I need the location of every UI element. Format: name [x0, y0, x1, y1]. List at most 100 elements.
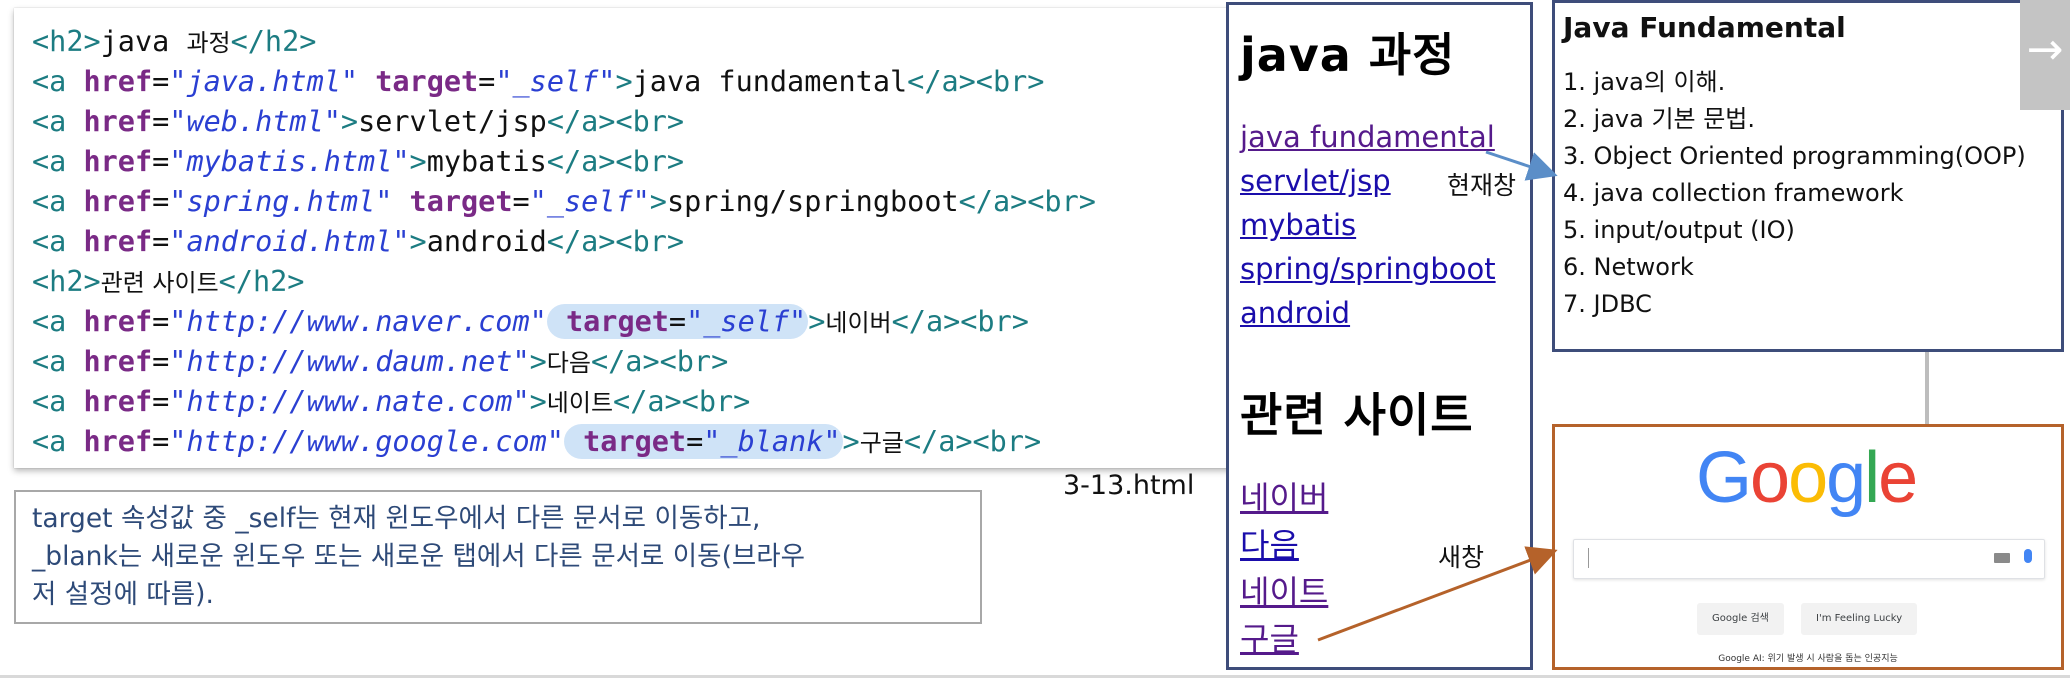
code-token-val: "_self": [495, 65, 616, 98]
code-line: <a href="java.html" target="_self">java …: [32, 62, 1244, 102]
feeling-lucky-button[interactable]: I'm Feeling Lucky: [1801, 603, 1918, 635]
preview-link-java-fundamental[interactable]: java fundamental: [1240, 115, 1530, 159]
code-token-txt: spring/springboot: [666, 185, 959, 218]
google-search-input[interactable]: [1573, 539, 2045, 579]
code-token-val: "http://www.nate.com": [169, 385, 530, 418]
code-token-txt: mybatis: [426, 145, 547, 178]
google-window: Google Google 검색 I'm Feeling Lucky Googl…: [1552, 424, 2064, 670]
preview-link-nate[interactable]: 네이트: [1240, 569, 1530, 616]
microphone-icon[interactable]: [2024, 549, 2032, 563]
code-token-tag: <a: [32, 65, 84, 98]
google-footer-text: Google AI: 위기 발생 시 사람을 돕는 인공지능: [1718, 654, 1898, 664]
preview-heading-java: java 과정: [1240, 28, 1456, 82]
code-token-eq: =: [478, 65, 496, 98]
code-token-attr: target: [583, 425, 687, 458]
google-logo-letter: G: [1696, 438, 1752, 518]
code-token-eq: =: [152, 425, 170, 458]
google-logo-letter: e: [1878, 438, 1918, 518]
code-token-attr: href: [83, 225, 153, 258]
code-token-tag: <h2>: [32, 25, 101, 58]
code-token-val: "java.html": [169, 65, 359, 98]
code-token-tag: </a><br>: [891, 305, 1029, 338]
code-line: <a href="spring.html" target="_self">spr…: [32, 182, 1244, 222]
arrow-right-icon: →: [2026, 24, 2064, 75]
code-token-tag: </a><br>: [546, 145, 685, 178]
preview-link-google[interactable]: 구글: [1240, 616, 1530, 663]
code-token-eq: =: [152, 225, 170, 258]
code-highlight: target="_blank": [563, 424, 843, 459]
code-token-eq: =: [152, 305, 170, 338]
code-token-tag: <a: [32, 225, 84, 258]
google-logo-letter: l: [1864, 438, 1880, 518]
code-token-tag: <a: [32, 145, 84, 178]
preview-course-links: java fundamental servlet/jsp mybatis spr…: [1240, 115, 1530, 335]
code-token-attr: href: [83, 385, 153, 418]
code-token-attr: target: [375, 65, 479, 98]
java-topic-item: 6. Network: [1563, 253, 1694, 281]
code-token-txt: java: [100, 25, 187, 58]
code-token-val: "_blank": [703, 425, 841, 458]
window-shadow-edge: [1925, 352, 1929, 424]
code-token-ko: 관련 사이트: [100, 269, 219, 297]
java-topic-item: 5. input/output (IO): [1563, 216, 1795, 244]
google-logo: Google: [1696, 437, 1918, 519]
note-line-2: _blank는 새로운 윈도우 또는 새로운 탭에서 다른 문서로 이동(브라우: [32, 541, 806, 572]
keyboard-icon[interactable]: [1994, 553, 2010, 563]
next-slide-button[interactable]: →: [2020, 0, 2070, 110]
browser-preview: java 과정 java fundamental servlet/jsp myb…: [1226, 2, 1533, 670]
code-line: <a href="http://www.naver.com" target="_…: [32, 302, 1244, 342]
code-token-txt: java fundamental: [632, 65, 908, 98]
java-topic-item: 2. java 기본 문법.: [1563, 105, 1756, 133]
code-token-val: "spring.html": [169, 185, 393, 218]
code-line: <a href="http://www.google.com" target="…: [32, 422, 1244, 462]
java-topic-item: 3. Object Oriented programming(OOP): [1563, 142, 2026, 170]
code-token-val: "android.html": [169, 225, 410, 258]
code-token-eq: =: [152, 345, 170, 378]
code-line: <h2>java 과정</h2>: [32, 22, 1244, 62]
preview-link-naver[interactable]: 네이버: [1240, 475, 1530, 522]
code-token-tag: <a: [32, 425, 84, 458]
code-token-tag: >: [649, 185, 667, 218]
code-token-tag: </a><br>: [958, 185, 1096, 218]
code-token-val: "http://www.google.com": [169, 425, 564, 458]
code-token-tag: <a: [32, 305, 84, 338]
code-line: <a href="http://www.daum.net">다음</a><br>: [32, 342, 1244, 382]
code-token-ko: 다음: [546, 349, 591, 377]
text-cursor: [1588, 548, 1589, 568]
code-token-ko: 과정: [186, 29, 231, 57]
code-token-tag: <a: [32, 385, 84, 418]
code-line: <a href="android.html">android</a><br>: [32, 222, 1244, 262]
code-token-tag: >: [409, 145, 427, 178]
new-window-label: 새창: [1438, 543, 1485, 572]
preview-link-spring[interactable]: spring/springboot: [1240, 247, 1530, 291]
code-line: <a href="http://www.nate.com">네이트</a><br…: [32, 382, 1244, 422]
code-token-attr: href: [83, 185, 153, 218]
code-token-eq: =: [152, 65, 170, 98]
java-topic-list: 1. java의 이해. 2. java 기본 문법. 3. Object Or…: [1563, 64, 2053, 323]
code-token-eq: =: [152, 185, 170, 218]
preview-link-daum[interactable]: 다음: [1240, 522, 1530, 569]
code-token-tag: </a><br>: [903, 425, 1042, 458]
code-token-ko: 구글: [859, 429, 904, 457]
code-token-txt: servlet/jsp: [358, 105, 547, 138]
google-search-button[interactable]: Google 검색: [1697, 603, 1784, 635]
code-token-attr: href: [83, 345, 153, 378]
code-token-ko: 네이버: [825, 309, 892, 337]
google-logo-letter: g: [1826, 438, 1866, 518]
code-token-attr: href: [83, 105, 153, 138]
code-token-tag: </a><br>: [907, 65, 1045, 98]
code-token-val: "_self": [529, 185, 650, 218]
code-token-tag: <a: [32, 185, 84, 218]
java-topic-item: 7. JDBC: [1563, 290, 1652, 318]
google-logo-letter: o: [1750, 438, 1790, 518]
note-line-1: target 속성값 중 _self는 현재 윈도우에서 다른 문서로 이동하고…: [32, 503, 761, 534]
preview-link-mybatis[interactable]: mybatis: [1240, 203, 1530, 247]
preview-link-android[interactable]: android: [1240, 291, 1530, 335]
code-token-eq: =: [152, 145, 170, 178]
code-panel: <h2>java 과정</h2> <a href="java.html" targ…: [14, 8, 1244, 468]
code-token-attr: href: [83, 65, 153, 98]
code-token-txt: android: [426, 225, 547, 258]
